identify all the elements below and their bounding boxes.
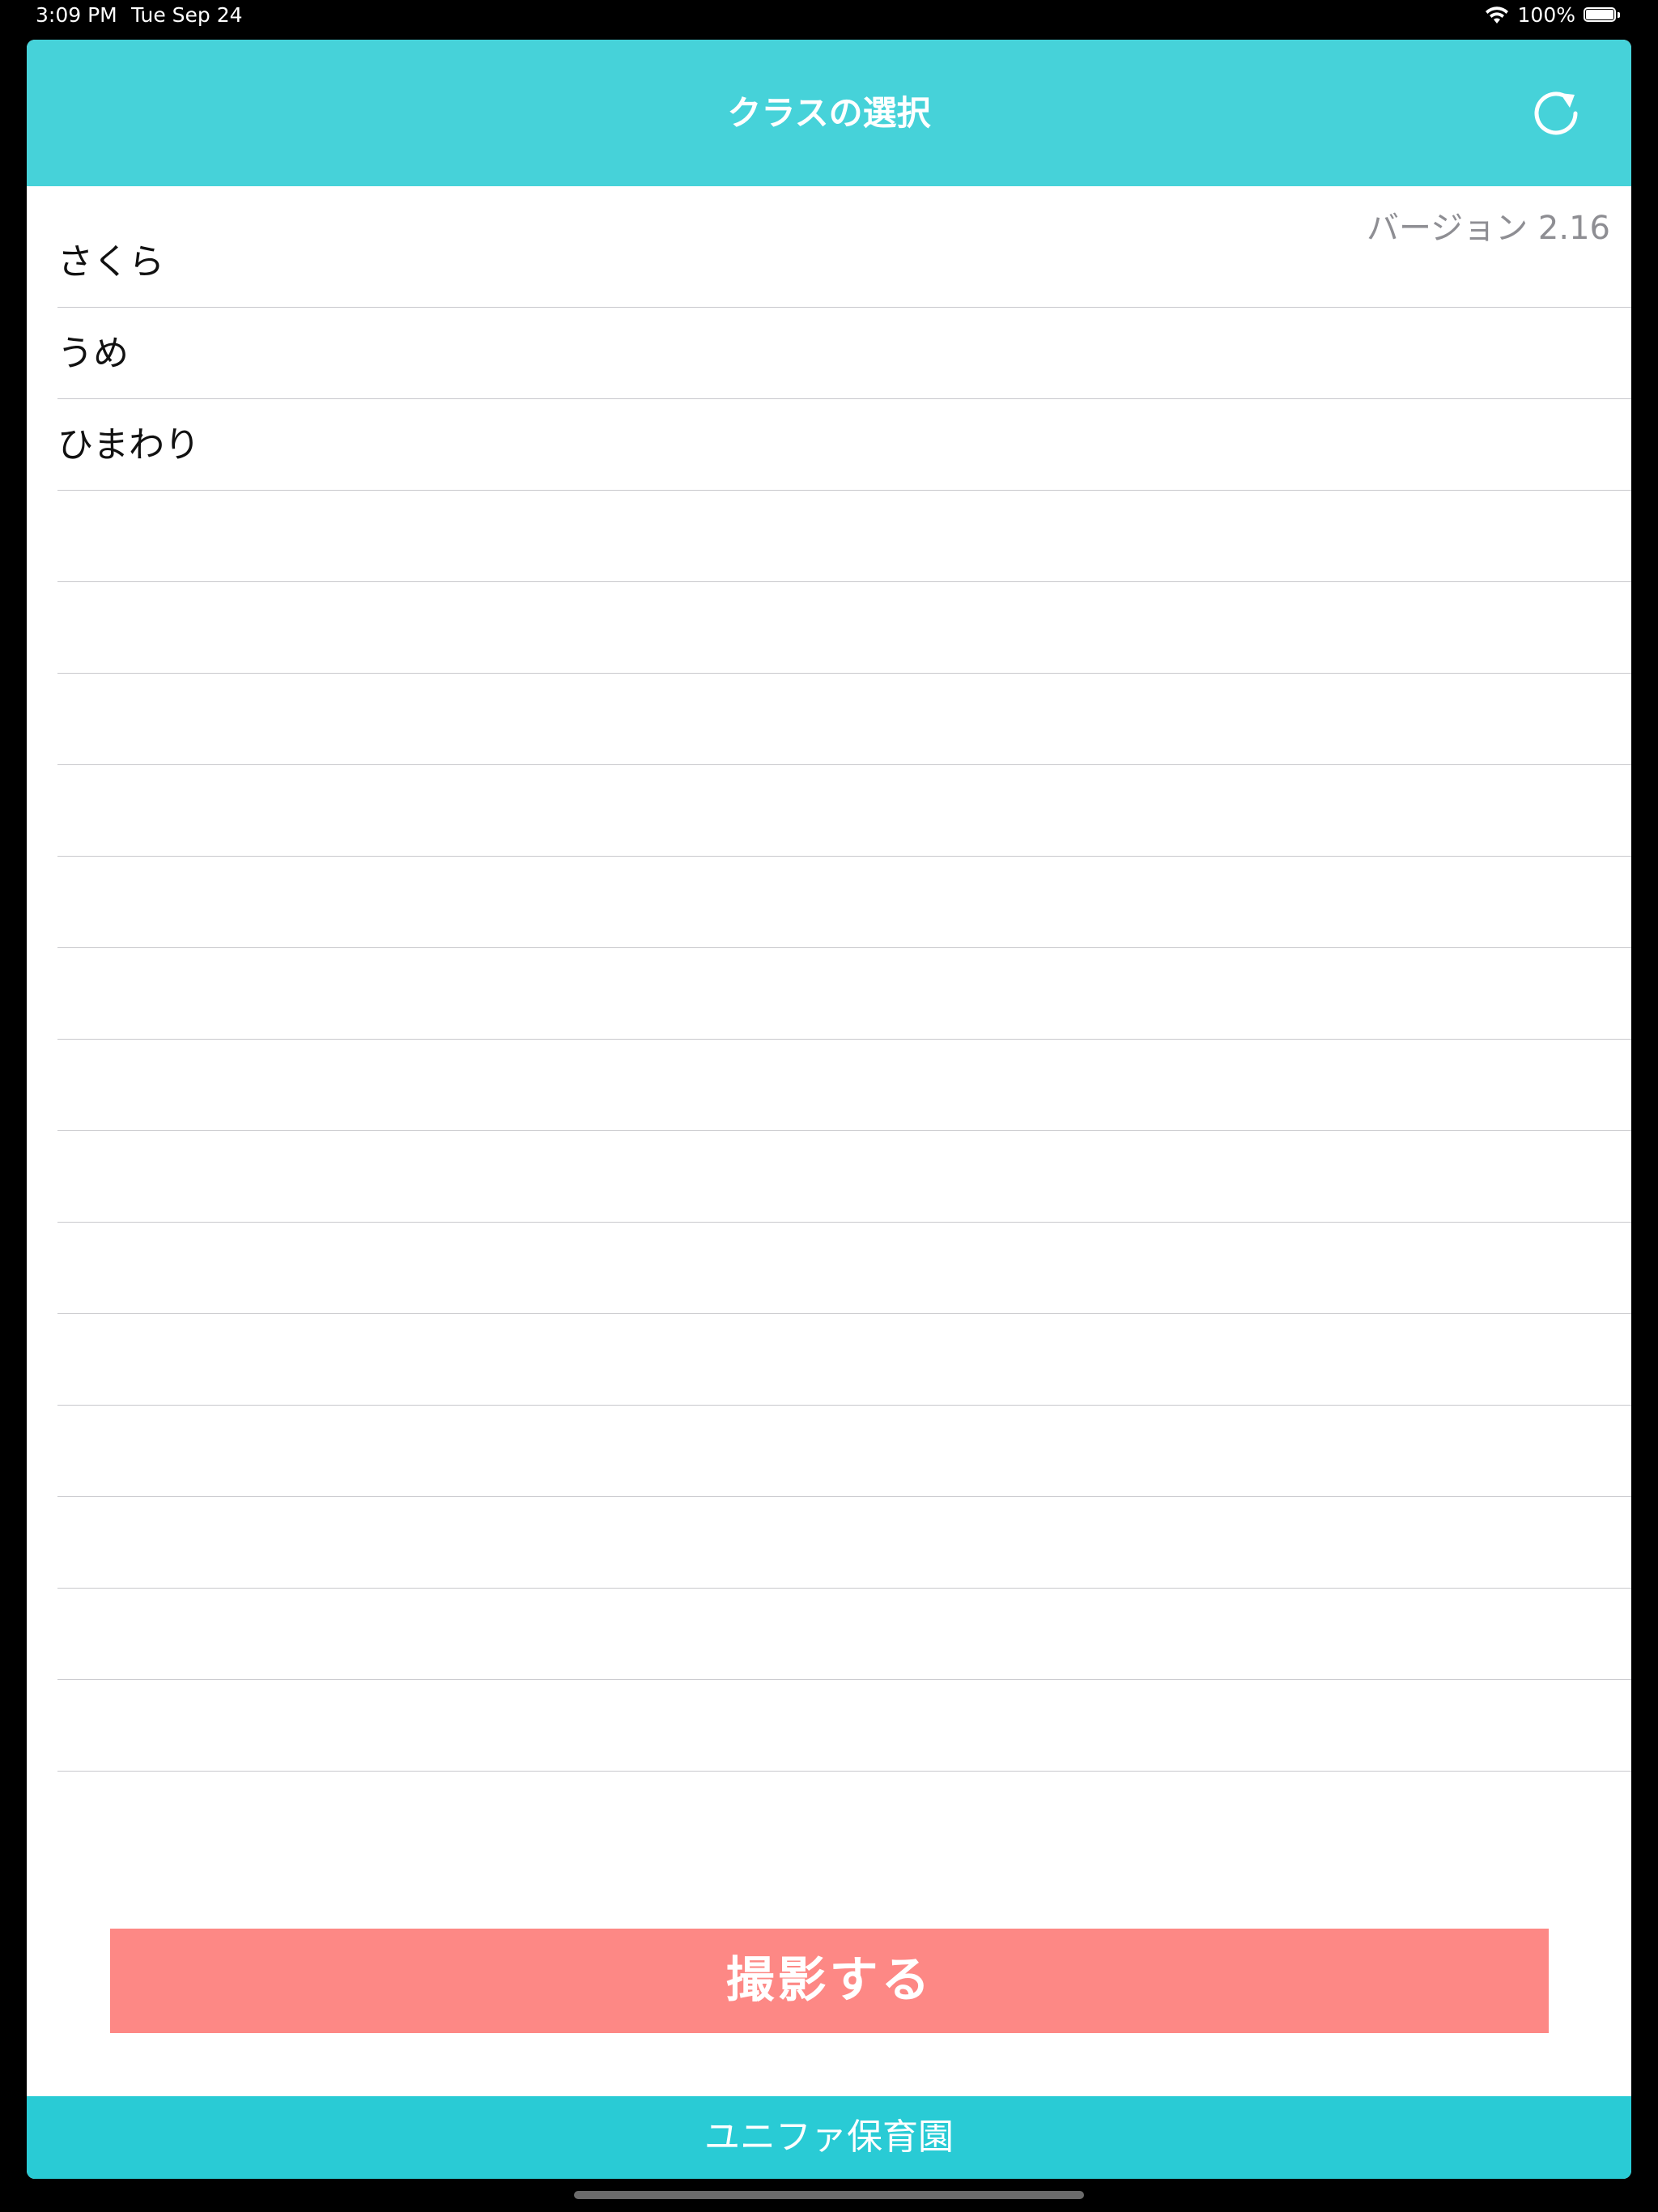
refresh-icon [1534,91,1578,135]
empty-row [57,857,1631,948]
empty-row [57,674,1631,765]
shoot-button[interactable]: 撮影する [110,1929,1549,2033]
empty-row [57,948,1631,1040]
wifi-icon [1484,6,1510,25]
battery-percent: 100% [1517,3,1575,27]
empty-row [57,1497,1631,1589]
status-indicators: 100% [1484,3,1622,27]
empty-row [57,1040,1631,1131]
empty-row [57,1680,1631,1772]
empty-row [57,582,1631,674]
empty-row [57,1589,1631,1680]
status-time: 3:09 PM [36,3,117,27]
class-row-label: ひまわり [57,424,200,466]
refresh-button[interactable] [1529,87,1583,140]
empty-row [57,491,1631,582]
status-bar: 3:09 PM Tue Sep 24 100% [0,0,1658,32]
class-row[interactable]: ひまわり [57,399,1631,491]
nav-bar: クラスの選択 [27,40,1631,186]
empty-row [57,1131,1631,1223]
empty-row [57,1406,1631,1497]
footer-bar: ユニファ保育園 [27,2096,1631,2179]
class-row-label: さくら [57,241,164,283]
empty-row [57,765,1631,857]
empty-row [57,1223,1631,1314]
footer-label: ユニファ保育園 [704,2116,954,2158]
battery-icon [1584,6,1622,23]
class-selection-sheet: クラスの選択 バージョン 2.16 さくら うめ ひまわり 撮影する ユニファ保育園 [27,40,1631,2179]
page-title: クラスの選択 [727,93,931,133]
home-indicator[interactable] [574,2191,1084,2199]
empty-row [57,1314,1631,1406]
class-row-label: うめ [57,333,129,374]
class-row[interactable]: うめ [57,308,1631,399]
status-date: Tue Sep 24 [131,3,243,27]
class-row[interactable]: さくら [57,216,1631,308]
